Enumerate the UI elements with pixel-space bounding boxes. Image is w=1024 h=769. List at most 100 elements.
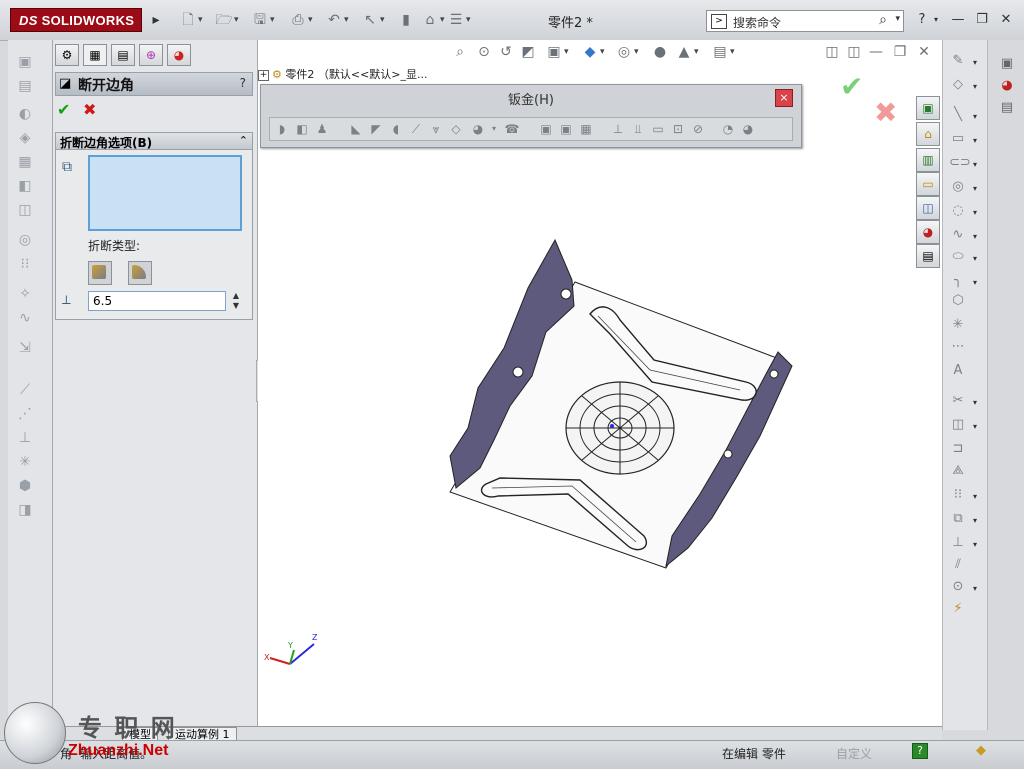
collapse-icon[interactable]: ⌃ (239, 134, 248, 147)
rip-icon[interactable]: ⊘ (690, 121, 706, 137)
confirmation-cancel-icon[interactable]: ✖ (874, 96, 897, 129)
camera-icon[interactable]: ▣ (998, 56, 1016, 74)
sheet-metal-gusset-icon[interactable]: ◕ (740, 121, 756, 137)
fillet-break-button[interactable] (128, 261, 152, 285)
lofted-bend-icon[interactable]: ♟ (314, 121, 330, 137)
chevron-down-icon[interactable]: ▾ (973, 232, 977, 241)
chevron-down-icon[interactable]: ▾ (973, 136, 977, 145)
instant3d-icon[interactable]: ⇲ (14, 340, 36, 358)
hide-show-icon[interactable]: ◎ (614, 42, 639, 62)
jog-icon[interactable]: ⟋ (408, 121, 424, 137)
chevron-down-icon[interactable]: ▾ (973, 584, 977, 593)
unfold-icon[interactable]: ⊥ (610, 121, 626, 137)
curves-icon[interactable]: ∿ (14, 310, 36, 328)
forming-tool-icon[interactable]: ☎ (504, 121, 520, 137)
new-document-icon[interactable]: 🗋 (178, 10, 202, 30)
display-manager-tab[interactable]: ◕ (167, 44, 191, 66)
feature-tree-root[interactable]: 零件2 （默认<<默认>_显... (285, 68, 427, 81)
menu-expand-icon[interactable]: ▸ (146, 10, 166, 30)
previous-view-icon[interactable]: ↺ (496, 42, 516, 62)
help-button[interactable]: ? (240, 76, 246, 90)
cross-break-icon[interactable]: ◇ (448, 121, 464, 137)
convert-entities-icon[interactable]: ◫ (949, 416, 967, 434)
line-icon[interactable]: ╲ (949, 106, 967, 124)
smart-dimension-icon[interactable]: ◇ (949, 76, 967, 94)
fold-icon[interactable]: ⫫ (630, 121, 646, 137)
pattern-icon[interactable]: ⁝⁝ (14, 256, 36, 274)
split-vertical-icon[interactable]: ◫ (822, 42, 842, 62)
miter-flange-icon[interactable]: ◤ (368, 121, 384, 137)
centerline-icon[interactable]: ⋯ (949, 338, 967, 356)
save-icon[interactable]: 🖫 (250, 10, 275, 30)
corners-icon[interactable]: ◕ (470, 121, 486, 137)
appearances-tab[interactable]: ◕ (916, 220, 940, 244)
sketched-bend-icon[interactable]: ⩔ (428, 121, 444, 137)
rib-icon[interactable]: ⟋ (14, 382, 36, 400)
simple-hole-icon[interactable]: ▣ (558, 121, 574, 137)
chevron-down-icon[interactable]: ▾ (973, 254, 977, 263)
photoview-icon[interactable]: ▤ (998, 100, 1016, 118)
spin-up-icon[interactable]: ▲ (230, 291, 242, 301)
chevron-down-icon[interactable]: ▾ (973, 82, 977, 91)
zoom-area-icon[interactable]: ⊙ (474, 42, 494, 62)
chevron-down-icon[interactable]: ▾ (973, 398, 977, 407)
arc-icon[interactable]: ◌ (949, 202, 967, 220)
spin-down-icon[interactable]: ▼ (230, 301, 242, 311)
no-bends-icon[interactable]: ⊡ (670, 121, 686, 137)
chevron-down-icon[interactable]: ▾ (973, 422, 977, 431)
help-dropdown-icon[interactable]: ▾ (928, 12, 944, 28)
display-style-icon[interactable]: ◆ (580, 42, 605, 62)
shell-icon[interactable]: ◫ (14, 202, 36, 220)
toolbar-close-button[interactable]: × (775, 89, 793, 107)
doc-close-icon[interactable]: ✕ (914, 42, 934, 62)
cancel-button[interactable]: ✖ (83, 100, 96, 119)
chevron-down-icon[interactable]: ▾ (895, 14, 900, 24)
extruded-cut-icon[interactable]: ▣ (538, 121, 554, 137)
close-button[interactable]: ✕ (998, 12, 1014, 28)
rapid-sketch-icon[interactable]: ⚡ (949, 600, 967, 618)
quick-snaps-icon[interactable]: ⊙ (949, 578, 967, 596)
reference-geometry-icon[interactable]: ✧ (14, 286, 36, 304)
section-view-icon[interactable]: ◩ (518, 42, 538, 62)
help-status-icon[interactable]: ? (912, 743, 928, 759)
spline-icon[interactable]: ∿ (949, 226, 967, 244)
tag-icon[interactable]: ◆ (976, 743, 986, 758)
undo-icon[interactable]: ↶ (324, 10, 348, 30)
chevron-down-icon[interactable]: ▾ (973, 516, 977, 525)
select-icon[interactable]: ↖ (360, 10, 384, 30)
draft-icon[interactable]: ⋰ (14, 406, 36, 424)
sketch-icon[interactable]: ✎ (949, 52, 967, 70)
split-icon[interactable]: ◨ (14, 502, 36, 520)
doc-minimize-icon[interactable]: — (866, 42, 886, 62)
view-settings-icon[interactable]: ▤ (710, 42, 734, 62)
appearance-icon[interactable]: ● (650, 42, 670, 62)
file-explorer-tab[interactable]: ▭ (916, 172, 940, 196)
mirror-entities-icon[interactable]: ⟁ (949, 462, 967, 480)
solidworks-resources-tab[interactable]: ▣ (916, 96, 940, 120)
relations-icon[interactable]: ⊥ (949, 534, 967, 552)
corners-dropdown-icon[interactable]: ▾ (486, 121, 502, 137)
ok-button[interactable]: ✔ (57, 100, 70, 119)
minimize-button[interactable]: — (950, 12, 966, 28)
dimxpert-tab[interactable]: ⊕ (139, 44, 163, 66)
wrap-icon[interactable]: ⊥ (14, 430, 36, 448)
chevron-down-icon[interactable]: ▾ (973, 160, 977, 169)
linear-pattern-icon[interactable]: ⁝⁝ (949, 486, 967, 504)
zoom-to-fit-icon[interactable]: ⌕ (450, 42, 470, 62)
point-icon[interactable]: ✳ (949, 316, 967, 334)
chamfer-break-button[interactable] (88, 261, 112, 285)
options-icon[interactable]: ☰ (446, 10, 471, 30)
search-commands-input[interactable]: > 搜索命令 ⌕ ▾ (706, 10, 904, 32)
property-manager-tab[interactable]: ▦ (83, 44, 107, 66)
fillet-sketch-icon[interactable]: ╮ (949, 272, 967, 290)
edge-selection-box[interactable] (88, 155, 242, 231)
section-header[interactable]: 折断边角选项(B) ⌃ (56, 133, 252, 150)
home-tab[interactable]: ⌂ (916, 122, 940, 146)
doc-restore-icon[interactable]: ❐ (890, 42, 910, 62)
text-icon[interactable]: A (949, 362, 967, 380)
view-orientation-icon[interactable]: ▣ (544, 42, 568, 62)
search-icon[interactable]: ⌕ (879, 12, 887, 28)
dome-icon[interactable]: ✳ (14, 454, 36, 472)
base-flange-icon[interactable]: ◗ (274, 121, 290, 137)
print-icon[interactable]: ⎙ (288, 10, 312, 30)
